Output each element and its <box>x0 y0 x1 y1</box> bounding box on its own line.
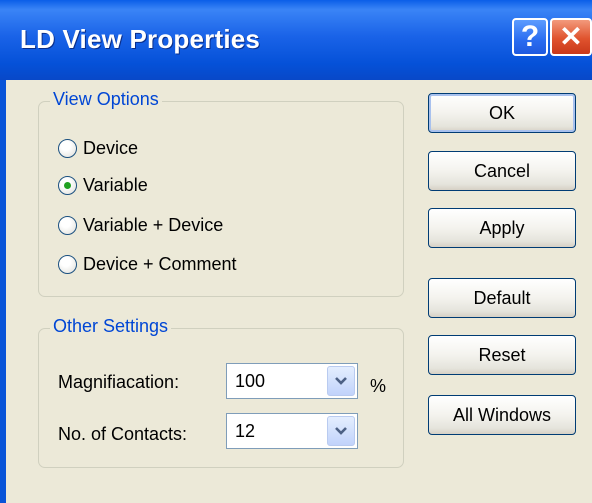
magnification-value: 100 <box>235 371 266 391</box>
radio-label-variable-device: Variable + Device <box>83 214 224 235</box>
title-bar[interactable]: LD View Properties ? ✕ <box>0 0 592 80</box>
view-options-label: View Options <box>50 89 162 110</box>
contacts-label: No. of Contacts: <box>58 424 188 444</box>
help-button[interactable]: ? <box>512 18 548 56</box>
dropdown-arrow-icon[interactable] <box>327 366 355 396</box>
close-button[interactable]: ✕ <box>550 18 592 56</box>
apply-button[interactable]: Apply <box>428 208 576 248</box>
reset-button[interactable]: Reset <box>428 335 576 375</box>
default-button[interactable]: Default <box>428 278 576 318</box>
other-settings-label: Other Settings <box>50 316 172 337</box>
radio-button-icon <box>58 215 77 235</box>
radio-button-icon <box>58 138 77 158</box>
all-windows-button[interactable]: All Windows <box>428 395 576 435</box>
close-icon: ✕ <box>559 21 583 52</box>
dropdown-arrow-icon[interactable] <box>327 416 355 446</box>
radio-label-device-comment: Device + Comment <box>83 253 237 274</box>
radio-button-icon <box>58 254 77 274</box>
contacts-combobox[interactable]: 12 <box>226 413 358 449</box>
window-title: LD View Properties <box>20 24 261 54</box>
contacts-value: 12 <box>235 421 256 441</box>
radio-label-variable: Variable <box>83 174 148 195</box>
radio-button-selected-icon <box>58 175 77 195</box>
cancel-button[interactable]: Cancel <box>428 151 576 191</box>
help-icon: ? <box>520 20 540 53</box>
radio-label-device: Device <box>83 137 139 158</box>
ok-button[interactable]: OK <box>428 93 576 133</box>
percent-unit: % <box>370 376 387 396</box>
radio-variable-device[interactable]: Variable + Device <box>58 213 223 237</box>
radio-device-comment[interactable]: Device + Comment <box>58 252 237 276</box>
dialog-window: LD View Properties ? ✕ View Options Devi… <box>0 0 592 503</box>
radio-variable[interactable]: Variable <box>58 173 148 197</box>
window-frame-edge <box>0 80 6 503</box>
radio-dot-icon <box>64 181 71 189</box>
magnification-combobox[interactable]: 100 <box>226 363 358 399</box>
radio-device[interactable]: Device <box>58 136 138 160</box>
magnification-label: Magnifiacation: <box>58 372 180 392</box>
